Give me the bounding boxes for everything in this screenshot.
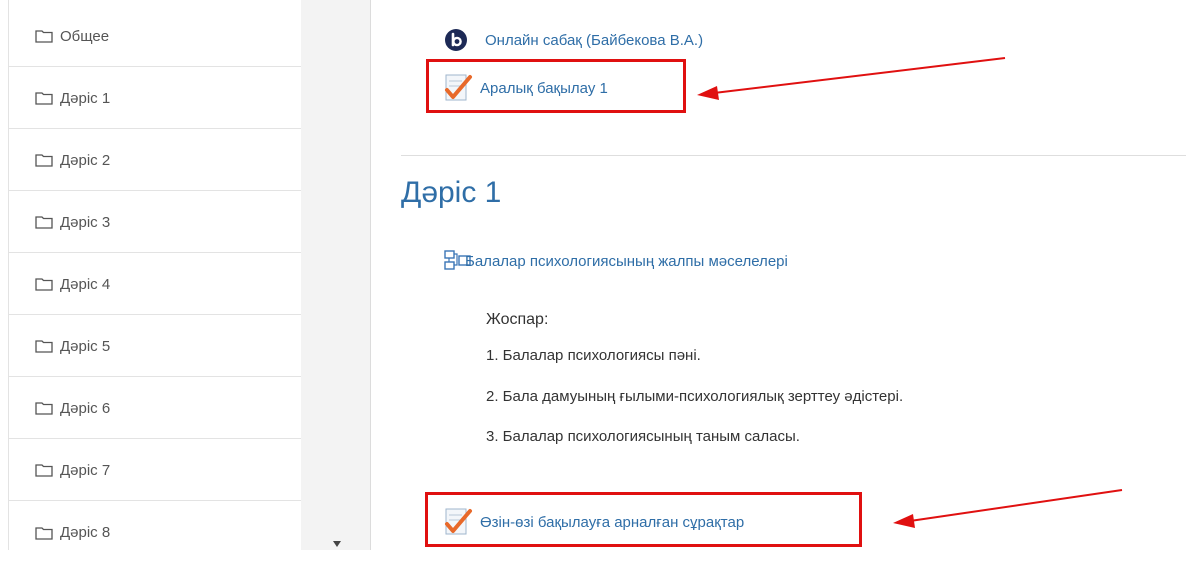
sidebar-item-lecture-3[interactable]: Дәріс 3 <box>9 192 301 253</box>
section-separator <box>401 155 1186 156</box>
folder-icon <box>35 278 53 291</box>
sidebar-item-label: Дәріс 5 <box>60 337 111 355</box>
sidebar-item-general[interactable]: Общее <box>9 6 301 67</box>
resource-folder-link[interactable]: Балалар психологиясының жалпы мәселелері <box>465 253 788 270</box>
plan-item-3: 3. Балалар психологиясының таным саласы. <box>486 428 800 445</box>
sidebar-item-label: Дәріс 8 <box>60 524 111 541</box>
highlight-box-self-check <box>425 492 862 547</box>
sidebar-item-lecture-4[interactable]: Дәріс 4 <box>9 254 301 315</box>
arrow-head-bottom <box>893 514 915 528</box>
section-title: Дәріс 1 <box>401 176 502 209</box>
folder-icon <box>35 92 53 105</box>
scroll-down-arrow-icon[interactable] <box>333 541 341 547</box>
arrow-line-bottom <box>909 489 1123 522</box>
sidebar-item-label: Дәріс 2 <box>60 151 111 169</box>
plan-item-1: 1. Балалар психологиясы пәні. <box>486 347 701 364</box>
activity-online-lesson[interactable]: Онлайн сабақ (Байбекова В.А.) <box>444 28 703 52</box>
sidebar-item-lecture-1[interactable]: Дәріс 1 <box>9 68 301 129</box>
sidebar-item-label: Дәріс 4 <box>60 275 111 293</box>
arrow-head-top <box>697 86 719 100</box>
sidebar-item-lecture-2[interactable]: Дәріс 2 <box>9 130 301 191</box>
bigbluebutton-icon <box>445 29 467 51</box>
plan-heading: Жоспар: <box>486 311 549 328</box>
online-lesson-link[interactable]: Онлайн сабақ (Байбекова В.А.) <box>485 32 703 49</box>
folder-icon <box>35 526 53 540</box>
panel-divider <box>370 0 371 550</box>
resource-folder-row[interactable]: Балалар психологиясының жалпы мәселелері <box>444 250 788 272</box>
highlight-box-midterm <box>426 59 686 113</box>
plan-item-2: 2. Бала дамуының ғылыми-психологиялық зе… <box>486 388 904 405</box>
sidebar-item-lecture-5[interactable]: Дәріс 5 <box>9 316 301 377</box>
folder-icon <box>35 216 53 229</box>
sidebar-item-label: Дәріс 6 <box>60 399 111 417</box>
sidebar-item-label: Дәріс 7 <box>60 461 111 479</box>
sidebar-item-lecture-7[interactable]: Дәріс 7 <box>9 440 301 501</box>
folder-icon <box>35 464 53 477</box>
sidebar-scrollbar[interactable] <box>301 0 370 550</box>
folder-icon <box>35 154 53 167</box>
folder-icon <box>35 340 53 353</box>
sidebar-item-label: Общее <box>60 27 110 45</box>
arrow-line-top <box>713 57 1006 94</box>
sidebar-item-label: Дәріс 3 <box>60 213 111 231</box>
folder-icon <box>35 30 53 43</box>
sidebar-item-lecture-8[interactable]: Дәріс 8 <box>9 502 301 563</box>
folder-icon <box>35 402 53 415</box>
sidebar-item-label: Дәріс 1 <box>60 89 111 107</box>
sidebar-item-lecture-6[interactable]: Дәріс 6 <box>9 378 301 439</box>
course-index-sidebar: Общее Дәріс 1 Дәріс 2 Дәріс 3 Дәріс 4 Дә… <box>8 0 302 550</box>
